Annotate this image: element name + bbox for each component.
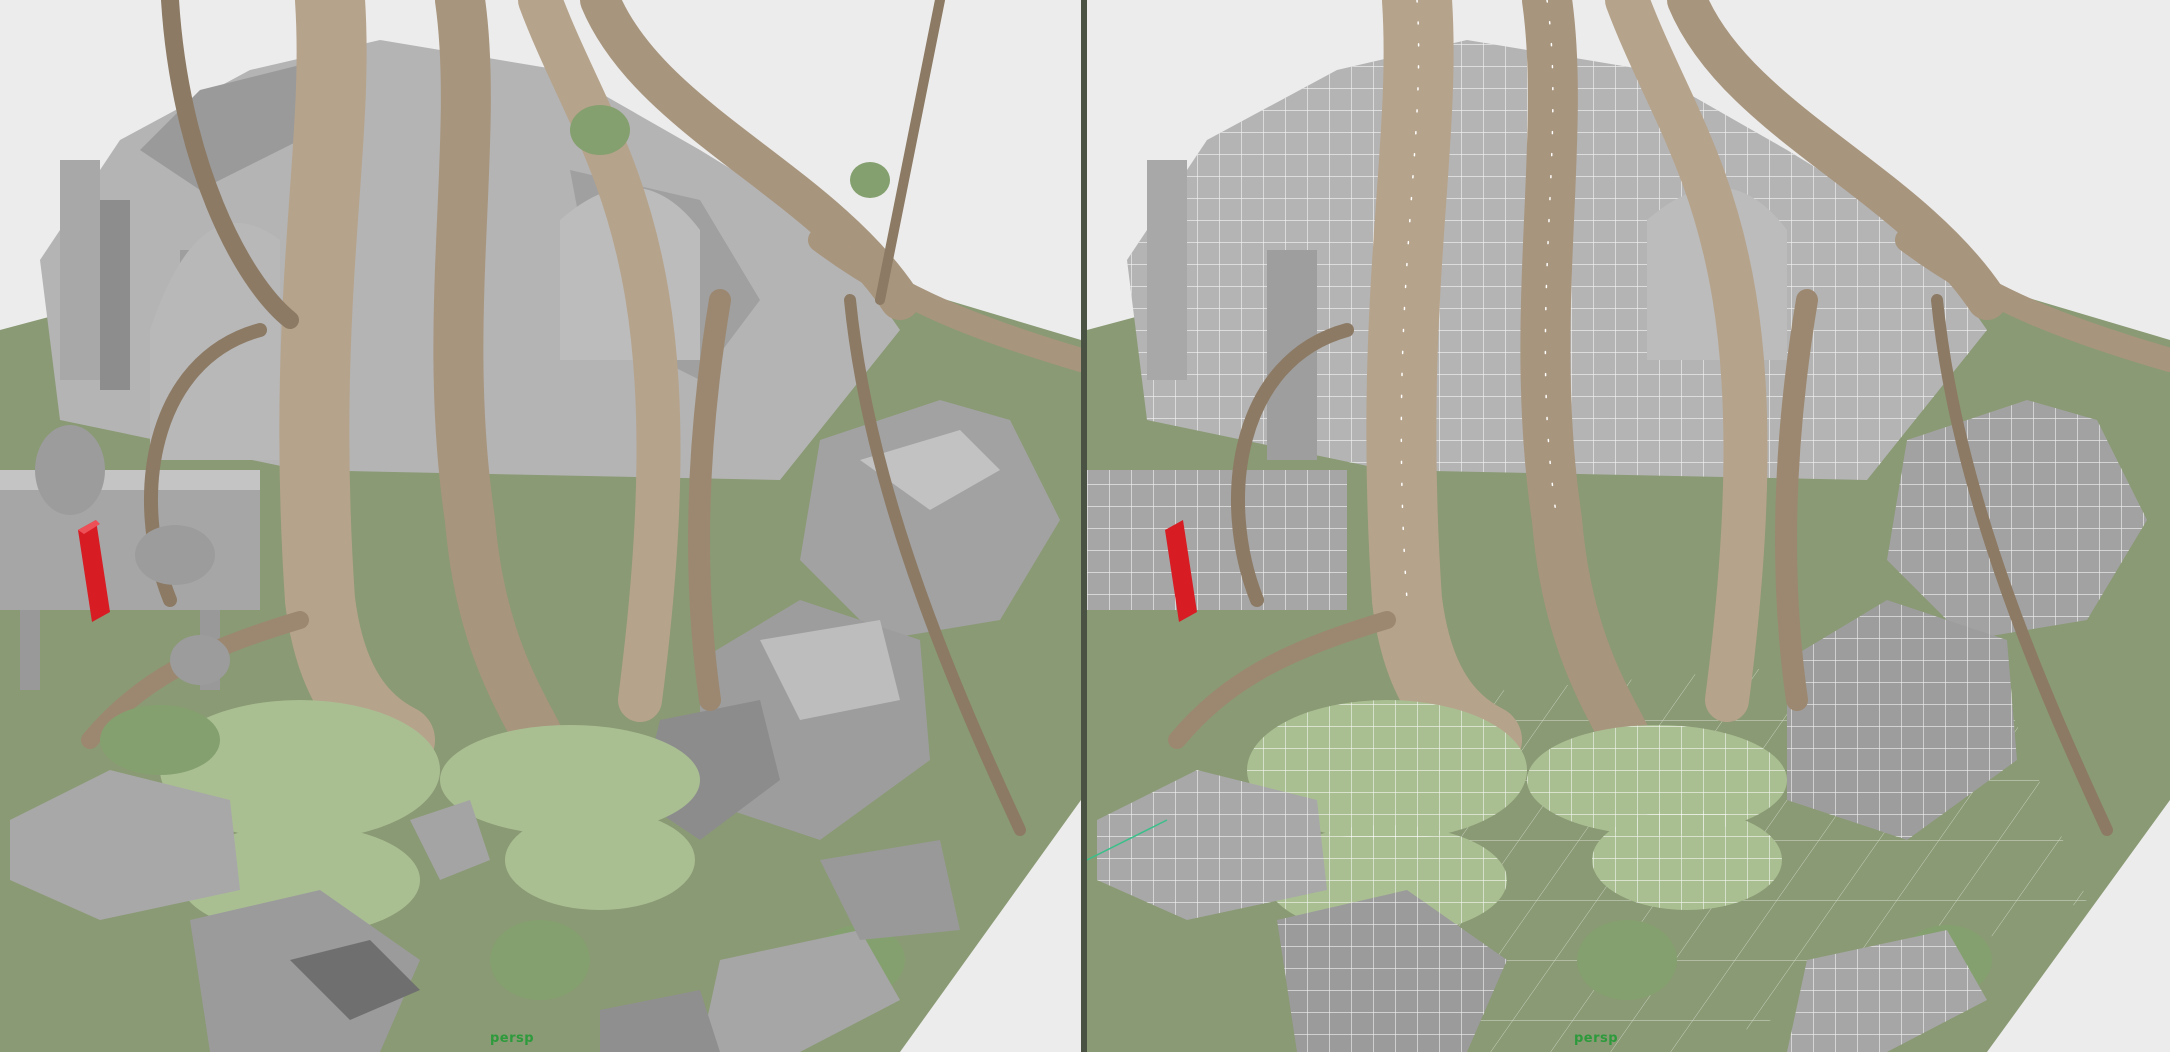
maya-viewport-panel: persp persp bbox=[0, 0, 2170, 1052]
scene-render-wireframe bbox=[1087, 0, 2170, 1052]
scene-render-shaded bbox=[0, 0, 1081, 1052]
camera-label-persp: persp bbox=[490, 1031, 535, 1046]
viewport-right-wireframe[interactable]: persp bbox=[1087, 0, 2170, 1052]
viewport-left-shaded[interactable]: persp bbox=[0, 0, 1081, 1052]
camera-label-persp: persp bbox=[1574, 1031, 1619, 1046]
